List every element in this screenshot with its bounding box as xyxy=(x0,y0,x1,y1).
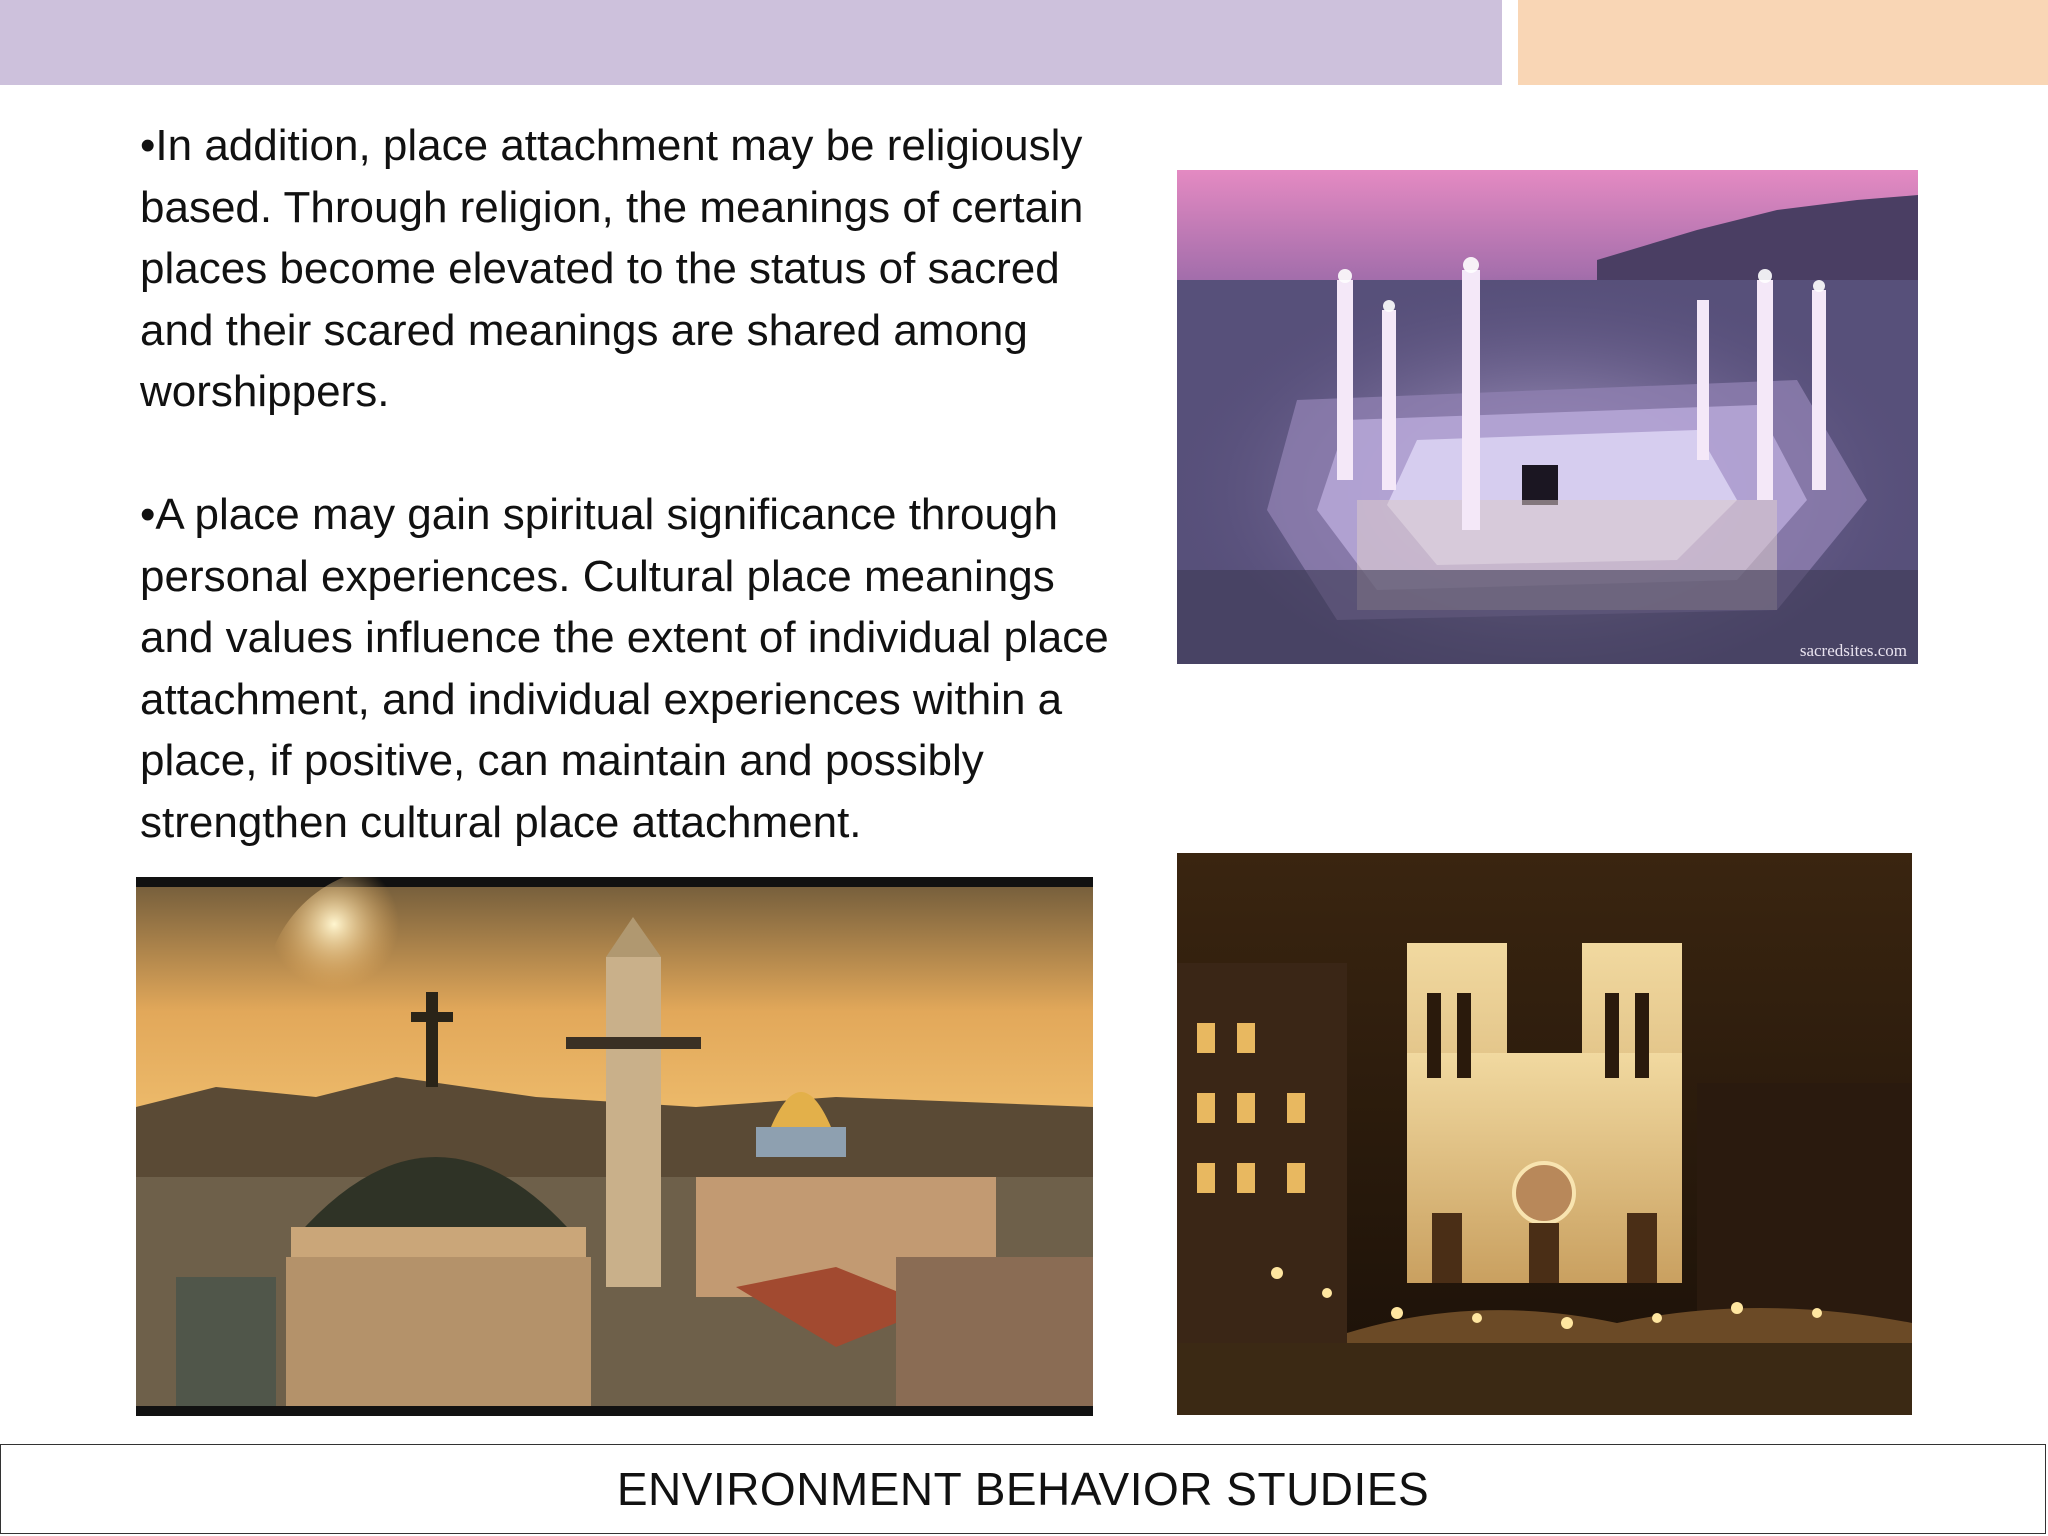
notre-dame-photo xyxy=(1177,853,1912,1415)
mecca-watermark: sacredsites.com xyxy=(1800,641,1907,660)
footer-title: ENVIRONMENT BEHAVIOR STUDIES xyxy=(616,1463,1430,1515)
header-band-right xyxy=(1518,0,2048,85)
jerusalem-photo xyxy=(136,877,1093,1416)
slide-body-text: •In addition, place attachment may be re… xyxy=(140,115,1140,853)
paragraph-spiritual-significance: •A place may gain spiritual significance… xyxy=(140,490,1109,847)
footer-bar: ENVIRONMENT BEHAVIOR STUDIES xyxy=(0,1444,2046,1534)
header-band-left xyxy=(0,0,1502,85)
mecca-photo: sacredsites.com xyxy=(1177,170,1918,664)
paragraph-religious-attachment: •In addition, place attachment may be re… xyxy=(140,121,1084,416)
